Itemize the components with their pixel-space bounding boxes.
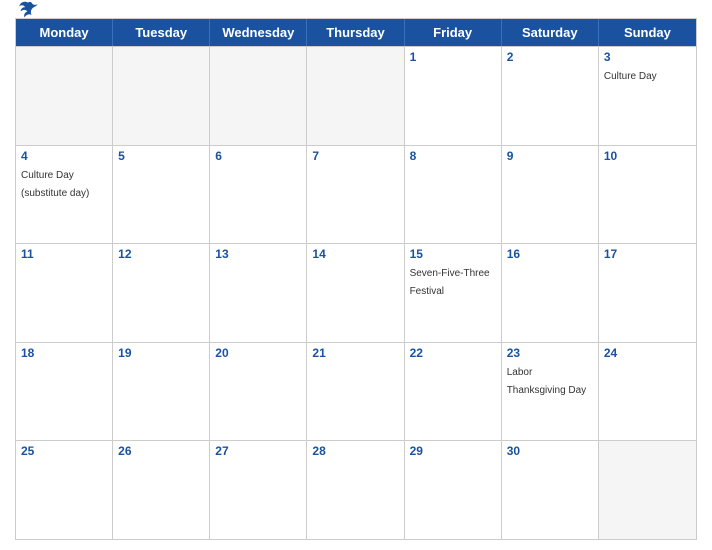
header-day-tuesday: Tuesday xyxy=(113,19,210,46)
day-number: 18 xyxy=(21,346,107,360)
day-number: 23 xyxy=(507,346,593,360)
day-number: 21 xyxy=(312,346,398,360)
calendar-cell: 1 xyxy=(405,47,502,145)
day-number: 5 xyxy=(118,149,204,163)
week-row-3: 11 12 13 14 15 Seven-Five-Three Festival 16 17 xyxy=(16,243,696,342)
calendar-cell: 15 Seven-Five-Three Festival xyxy=(405,244,502,342)
logo-bird-icon xyxy=(17,0,39,21)
event-label: Labor Thanksgiving Day xyxy=(507,367,586,396)
calendar-cell: 9 xyxy=(502,146,599,244)
calendar-cell: 6 xyxy=(210,146,307,244)
calendar-cell: 27 xyxy=(210,441,307,539)
week-row-4: 18 19 20 21 22 23 Labor Thanksgiving Day 24 xyxy=(16,342,696,441)
calendar: MondayTuesdayWednesdayThursdayFridaySatu… xyxy=(15,18,697,540)
day-number: 25 xyxy=(21,444,107,458)
calendar-cell: 21 xyxy=(307,343,404,441)
calendar-cell: 22 xyxy=(405,343,502,441)
calendar-cell xyxy=(113,47,210,145)
calendar-cell: 3 Culture Day xyxy=(599,47,696,145)
day-number: 19 xyxy=(118,346,204,360)
event-label: Culture Day (substitute day) xyxy=(21,170,89,199)
calendar-cell: 16 xyxy=(502,244,599,342)
day-number: 3 xyxy=(604,50,691,64)
day-number: 28 xyxy=(312,444,398,458)
page: MondayTuesdayWednesdayThursdayFridaySatu… xyxy=(0,0,712,550)
week-row-2: 4 Culture Day (substitute day) 56789 10 xyxy=(16,145,696,244)
header-day-friday: Friday xyxy=(405,19,502,46)
calendar-cell: 11 xyxy=(16,244,113,342)
day-number: 6 xyxy=(215,149,301,163)
day-number: 9 xyxy=(507,149,593,163)
day-number: 8 xyxy=(410,149,496,163)
day-number: 26 xyxy=(118,444,204,458)
calendar-cell: 12 xyxy=(113,244,210,342)
calendar-header: MondayTuesdayWednesdayThursdayFridaySatu… xyxy=(16,19,696,46)
day-number: 10 xyxy=(604,149,691,163)
event-label: Seven-Five-Three Festival xyxy=(410,268,490,297)
calendar-cell: 19 xyxy=(113,343,210,441)
header-day-thursday: Thursday xyxy=(307,19,404,46)
event-label: Culture Day xyxy=(604,71,657,82)
day-number: 15 xyxy=(410,247,496,261)
calendar-cell: 26 xyxy=(113,441,210,539)
calendar-cell: 10 xyxy=(599,146,696,244)
header-day-sunday: Sunday xyxy=(599,19,696,46)
calendar-cell xyxy=(599,441,696,539)
day-number: 11 xyxy=(21,247,107,261)
calendar-cell: 20 xyxy=(210,343,307,441)
calendar-cell: 7 xyxy=(307,146,404,244)
day-number: 22 xyxy=(410,346,496,360)
calendar-body: 123Culture Day4Culture Day (substitute d… xyxy=(16,46,696,539)
week-row-1: 123 Culture Day xyxy=(16,46,696,145)
calendar-cell: 23 Labor Thanksgiving Day xyxy=(502,343,599,441)
day-number: 7 xyxy=(312,149,398,163)
calendar-cell xyxy=(16,47,113,145)
week-row-5: 25 26 27 28 29 30 xyxy=(16,440,696,539)
calendar-cell: 17 xyxy=(599,244,696,342)
day-number: 29 xyxy=(410,444,496,458)
calendar-cell: 25 xyxy=(16,441,113,539)
day-number: 27 xyxy=(215,444,301,458)
day-number: 14 xyxy=(312,247,398,261)
day-number: 20 xyxy=(215,346,301,360)
calendar-cell: 4 Culture Day (substitute day) xyxy=(16,146,113,244)
calendar-cell xyxy=(307,47,404,145)
day-number: 30 xyxy=(507,444,593,458)
header-day-monday: Monday xyxy=(16,19,113,46)
day-number: 4 xyxy=(21,149,107,163)
day-number: 17 xyxy=(604,247,691,261)
header-day-wednesday: Wednesday xyxy=(210,19,307,46)
day-number: 13 xyxy=(215,247,301,261)
calendar-cell: 14 xyxy=(307,244,404,342)
day-number: 1 xyxy=(410,50,496,64)
day-number: 24 xyxy=(604,346,691,360)
calendar-cell xyxy=(210,47,307,145)
calendar-cell: 8 xyxy=(405,146,502,244)
day-number: 2 xyxy=(507,50,593,64)
calendar-cell: 2 xyxy=(502,47,599,145)
logo xyxy=(15,0,39,21)
calendar-cell: 28 xyxy=(307,441,404,539)
calendar-cell: 30 xyxy=(502,441,599,539)
calendar-cell: 5 xyxy=(113,146,210,244)
calendar-cell: 13 xyxy=(210,244,307,342)
day-number: 16 xyxy=(507,247,593,261)
calendar-cell: 29 xyxy=(405,441,502,539)
calendar-cell: 24 xyxy=(599,343,696,441)
calendar-cell: 18 xyxy=(16,343,113,441)
header-day-saturday: Saturday xyxy=(502,19,599,46)
day-number: 12 xyxy=(118,247,204,261)
